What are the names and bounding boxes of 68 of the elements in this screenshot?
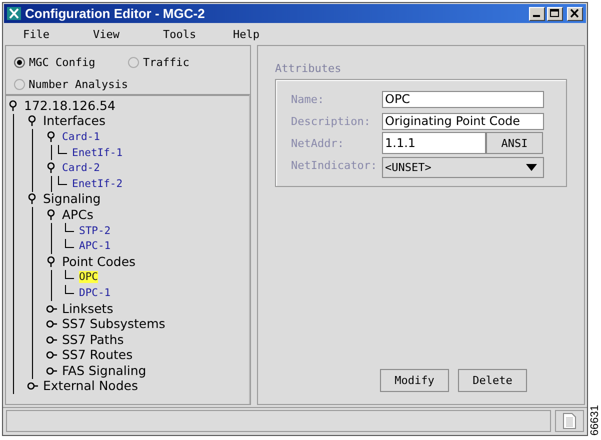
radio-label: MGC Config [29, 56, 96, 68]
radio-button[interactable] [128, 56, 139, 68]
document-icon [563, 413, 576, 429]
radio-option[interactable]: Traffic [128, 51, 242, 73]
field-label: Name: [291, 92, 326, 106]
expanded-node-icon[interactable] [27, 193, 38, 206]
close-button[interactable] [567, 6, 583, 20]
tree-item[interactable]: Card-1 [62, 130, 100, 143]
maximize-button[interactable] [547, 6, 563, 20]
tree-item[interactable]: External Nodes [43, 379, 138, 394]
tree-item[interactable]: APCs [62, 208, 94, 222]
field-label: NetAddr: [291, 136, 345, 150]
radio-button[interactable] [14, 78, 25, 90]
collapsed-node-icon[interactable] [46, 302, 57, 315]
menu-item[interactable]: Tools [163, 28, 233, 40]
ansi-button[interactable]: ANSI [486, 132, 543, 154]
dropdown[interactable]: <UNSET> [382, 156, 544, 178]
radio-option[interactable]: Number Analysis [14, 73, 128, 95]
figure-number: 66631 [588, 405, 600, 436]
tree-item[interactable]: Linksets [62, 302, 114, 316]
tree-item[interactable]: Point Codes [62, 254, 136, 269]
action-button[interactable]: Modify [380, 369, 449, 392]
tree-item[interactable]: Signaling [43, 192, 101, 206]
tree-item[interactable]: SS7 Routes [62, 348, 133, 362]
text-field[interactable]: Originating Point Code [382, 112, 544, 130]
tree-item[interactable]: Card-2 [62, 162, 100, 174]
maximize-icon [550, 9, 560, 18]
tree-item[interactable]: EnetIf-2 [72, 178, 123, 190]
field-label: NetIndicator: [291, 158, 378, 172]
action-button[interactable]: Delete [458, 369, 527, 392]
collapsed-node-icon[interactable] [46, 318, 57, 330]
expanded-node-icon[interactable] [46, 162, 57, 174]
status-button[interactable] [555, 410, 584, 432]
tree-item[interactable]: APC-1 [79, 240, 111, 252]
tree-item[interactable]: FAS Signaling [62, 364, 146, 378]
x-logo-icon [7, 7, 21, 20]
text-field[interactable]: OPC [382, 90, 544, 108]
radio-label: Traffic [143, 56, 190, 68]
tree-item[interactable]: STP-2 [79, 224, 111, 237]
menu-item[interactable]: View [93, 28, 163, 40]
tree-item[interactable]: SS7 Subsystems [62, 317, 166, 332]
radio-label: Number Analysis [28, 78, 128, 90]
tree-item[interactable]: OPC [79, 271, 98, 284]
expanded-node-icon[interactable] [27, 115, 38, 128]
radio-button[interactable] [14, 56, 25, 68]
dropdown-arrow-icon [526, 164, 537, 170]
menu-item[interactable]: File [23, 28, 93, 40]
tree-item[interactable]: 172.18.126.54 [24, 98, 116, 113]
tree-item[interactable]: EnetIf-1 [72, 146, 123, 159]
collapsed-node-icon[interactable] [27, 380, 38, 392]
tree-item[interactable]: SS7 Paths [62, 332, 124, 347]
section-title: Attributes [275, 62, 342, 75]
tree-item[interactable]: DPC-1 [79, 286, 111, 299]
close-icon [570, 9, 580, 18]
expanded-node-icon[interactable] [46, 208, 57, 221]
window-title: Configuration Editor - MGC-2 [25, 6, 206, 21]
tree-item[interactable]: Interfaces [43, 114, 106, 128]
minimize-button[interactable] [529, 6, 545, 20]
expanded-node-icon[interactable] [46, 130, 57, 143]
radio-option[interactable]: MGC Config [14, 51, 128, 73]
expanded-node-icon[interactable] [8, 100, 19, 112]
text-field[interactable]: 1.1.1 [382, 132, 486, 154]
menu-item[interactable]: Help [233, 28, 303, 40]
expanded-node-icon[interactable] [46, 256, 57, 268]
collapsed-node-icon[interactable] [46, 349, 57, 362]
field-label: Description: [291, 114, 372, 128]
collapsed-node-icon[interactable] [46, 334, 57, 346]
collapsed-node-icon[interactable] [46, 364, 57, 377]
